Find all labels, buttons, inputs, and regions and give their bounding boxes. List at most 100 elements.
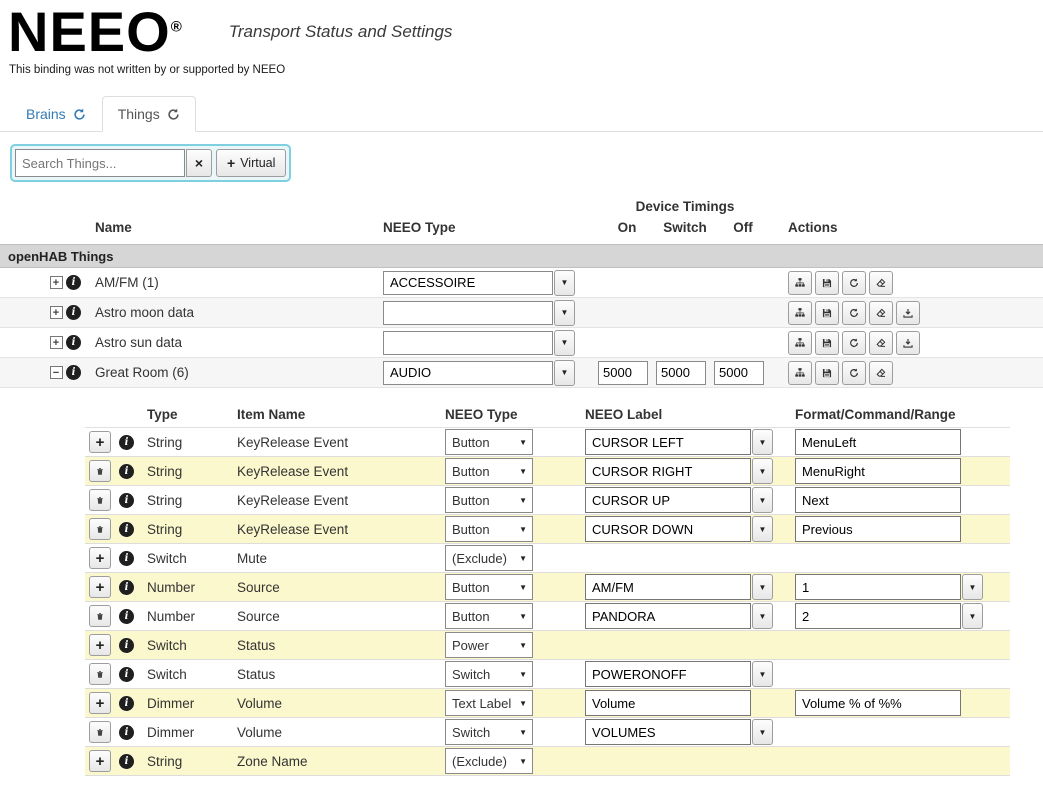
label-dropdown-button[interactable]: ▼ <box>752 487 773 513</box>
neeo-label-input[interactable] <box>585 574 751 600</box>
label-dropdown-button[interactable]: ▼ <box>752 661 773 687</box>
refresh-button[interactable] <box>842 330 866 355</box>
delete-channel-button[interactable] <box>89 605 111 627</box>
info-icon[interactable]: i <box>119 434 134 450</box>
delete-channel-button[interactable] <box>89 489 111 511</box>
neeo-type-input[interactable] <box>383 360 553 385</box>
info-icon[interactable]: i <box>66 275 81 290</box>
label-dropdown-button[interactable]: ▼ <box>752 429 773 455</box>
info-icon[interactable]: i <box>66 305 81 320</box>
save-button[interactable] <box>815 330 839 355</box>
delete-button[interactable] <box>869 300 893 325</box>
refresh-icon[interactable] <box>167 107 180 121</box>
neeo-label-input[interactable] <box>585 487 751 513</box>
info-icon[interactable]: i <box>119 550 134 566</box>
neeo-label-input[interactable] <box>585 661 751 687</box>
delete-channel-button[interactable] <box>89 721 111 743</box>
format-input[interactable] <box>795 458 961 484</box>
refresh-button[interactable] <box>842 270 866 295</box>
export-button[interactable] <box>896 330 920 355</box>
info-icon[interactable]: i <box>119 463 134 479</box>
format-input[interactable] <box>795 574 961 600</box>
export-button[interactable] <box>896 300 920 325</box>
neeo-type-input[interactable] <box>383 300 553 325</box>
delete-button[interactable] <box>869 330 893 355</box>
info-icon[interactable]: i <box>119 521 134 537</box>
info-icon[interactable]: i <box>66 365 81 380</box>
format-dropdown-button[interactable]: ▼ <box>962 574 983 600</box>
neeo-type-select[interactable]: Button ▼ <box>445 487 533 513</box>
neeo-label-input[interactable] <box>585 603 751 629</box>
label-dropdown-button[interactable]: ▼ <box>752 458 773 484</box>
collapse-icon[interactable]: − <box>49 366 63 379</box>
tab-brains[interactable]: Brains <box>10 96 102 132</box>
label-dropdown-button[interactable]: ▼ <box>752 574 773 600</box>
add-channel-button[interactable]: + <box>89 750 111 772</box>
save-button[interactable] <box>815 300 839 325</box>
info-icon[interactable]: i <box>119 579 134 595</box>
neeo-type-select[interactable]: (Exclude) ▼ <box>445 748 533 774</box>
format-dropdown-button[interactable]: ▼ <box>962 603 983 629</box>
timing-switch-input[interactable] <box>656 360 706 385</box>
neeo-type-select[interactable]: Switch ▼ <box>445 719 533 745</box>
neeo-label-input[interactable] <box>585 719 751 745</box>
delete-channel-button[interactable] <box>89 663 111 685</box>
neeo-type-select[interactable]: Text Label ▼ <box>445 690 533 716</box>
expand-icon[interactable]: + <box>49 276 63 289</box>
channel-map-button[interactable] <box>788 360 812 385</box>
tab-things[interactable]: Things <box>101 96 196 132</box>
neeo-type-select[interactable]: Power ▼ <box>445 632 533 658</box>
format-input[interactable] <box>795 487 961 513</box>
neeo-label-input[interactable] <box>585 690 751 716</box>
add-channel-button[interactable]: + <box>89 576 111 598</box>
neeo-type-select[interactable]: Button ▼ <box>445 458 533 484</box>
neeo-type-select[interactable]: Button ▼ <box>445 429 533 455</box>
info-icon[interactable]: i <box>119 608 134 624</box>
format-input[interactable] <box>795 429 961 455</box>
search-input[interactable] <box>15 149 185 177</box>
timing-on-input[interactable] <box>598 360 648 385</box>
timing-off-input[interactable] <box>714 360 764 385</box>
format-input[interactable] <box>795 603 961 629</box>
add-channel-button[interactable]: + <box>89 431 111 453</box>
neeo-type-select[interactable]: Button ▼ <box>445 603 533 629</box>
refresh-icon[interactable] <box>73 107 86 121</box>
channel-map-button[interactable] <box>788 270 812 295</box>
info-icon[interactable]: i <box>119 666 134 682</box>
neeo-type-dropdown-button[interactable]: ▼ <box>554 359 575 386</box>
info-icon[interactable]: i <box>119 637 134 653</box>
add-virtual-button[interactable]: + Virtual <box>216 149 287 177</box>
save-button[interactable] <box>815 270 839 295</box>
format-input[interactable] <box>795 516 961 542</box>
add-channel-button[interactable]: + <box>89 634 111 656</box>
neeo-type-select[interactable]: Button ▼ <box>445 516 533 542</box>
label-dropdown-button[interactable]: ▼ <box>752 516 773 542</box>
info-icon[interactable]: i <box>119 492 134 508</box>
delete-button[interactable] <box>869 360 893 385</box>
label-dropdown-button[interactable]: ▼ <box>752 719 773 745</box>
neeo-label-input[interactable] <box>585 429 751 455</box>
info-icon[interactable]: i <box>119 724 134 740</box>
channel-map-button[interactable] <box>788 300 812 325</box>
expand-icon[interactable]: + <box>49 306 63 319</box>
info-icon[interactable]: i <box>119 695 134 711</box>
add-channel-button[interactable]: + <box>89 692 111 714</box>
delete-channel-button[interactable] <box>89 460 111 482</box>
neeo-type-dropdown-button[interactable]: ▼ <box>554 299 575 326</box>
refresh-button[interactable] <box>842 360 866 385</box>
save-button[interactable] <box>815 360 839 385</box>
expand-icon[interactable]: + <box>49 336 63 349</box>
neeo-type-input[interactable] <box>383 330 553 355</box>
neeo-label-input[interactable] <box>585 516 751 542</box>
clear-search-button[interactable]: × <box>186 149 212 177</box>
neeo-type-select[interactable]: (Exclude) ▼ <box>445 545 533 571</box>
refresh-button[interactable] <box>842 300 866 325</box>
neeo-type-input[interactable] <box>383 270 553 295</box>
label-dropdown-button[interactable]: ▼ <box>752 603 773 629</box>
neeo-type-select[interactable]: Switch ▼ <box>445 661 533 687</box>
info-icon[interactable]: i <box>66 335 81 350</box>
neeo-type-dropdown-button[interactable]: ▼ <box>554 269 575 296</box>
neeo-type-select[interactable]: Button ▼ <box>445 574 533 600</box>
neeo-type-dropdown-button[interactable]: ▼ <box>554 329 575 356</box>
info-icon[interactable]: i <box>119 753 134 769</box>
